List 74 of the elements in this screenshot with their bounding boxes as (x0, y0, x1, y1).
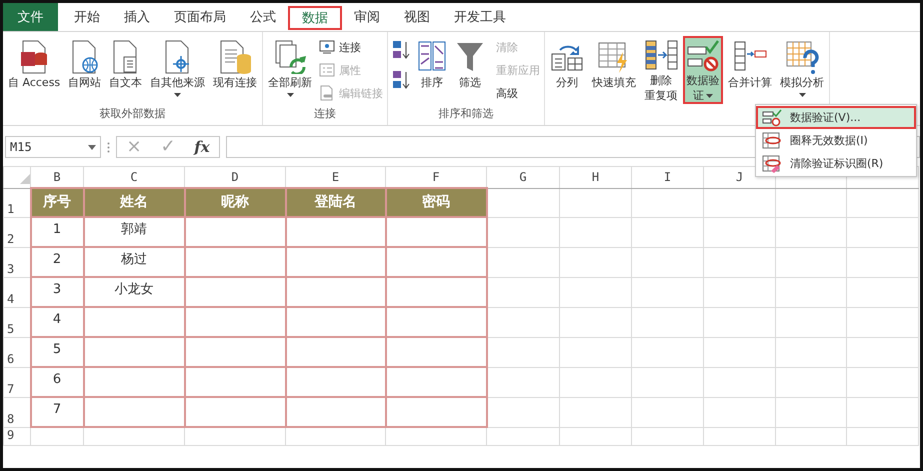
table-header-cell: 昵称 (184, 188, 286, 217)
table-cell: 小龙女 (84, 277, 184, 307)
name-box[interactable]: M15 (5, 136, 101, 158)
clear-circles-icon (762, 154, 782, 172)
validation-icon (686, 39, 720, 73)
ribbon-tab[interactable]: 开始 (62, 3, 112, 31)
table-cell: 3 (30, 277, 84, 307)
table-cell: 4 (30, 307, 84, 337)
globe-document-icon (70, 40, 100, 74)
ribbon-button[interactable]: 数据验 证 (683, 36, 724, 104)
grip-icon (107, 142, 110, 152)
row-header[interactable]: 5 (4, 307, 30, 337)
ribbon-button[interactable]: 筛选 (452, 36, 488, 104)
table-cell: 7 (30, 397, 84, 427)
ribbon-button[interactable]: 模拟分析 (777, 36, 828, 104)
ribbon-button[interactable]: 自其他来源 (147, 36, 208, 104)
table-cell: 6 (30, 367, 84, 397)
table-cell: 郭靖 (84, 217, 184, 247)
column-header[interactable]: I (632, 166, 704, 188)
ribbon-tab[interactable]: 页面布局 (162, 3, 238, 31)
row-header[interactable]: 9 (4, 427, 30, 446)
ribbon-button[interactable]: 自 Access (5, 36, 64, 104)
ribbon-button[interactable]: 合并计算 (725, 36, 776, 104)
ribbon-button[interactable]: 自文本 (106, 36, 146, 104)
table-cell: 1 (30, 217, 84, 247)
ribbon-tab[interactable]: 插入 (112, 3, 162, 31)
ribbon-small-button[interactable]: 连接 (317, 36, 386, 58)
sort-descending-icon[interactable] (392, 70, 410, 90)
ribbon-tab[interactable]: 开发工具 (442, 3, 518, 31)
ribbon-tab[interactable]: 公式 (238, 3, 288, 31)
ribbon-button[interactable]: 排序 (414, 36, 450, 104)
column-header[interactable]: H (560, 166, 632, 188)
table-header-cell: 密码 (386, 188, 486, 217)
ribbon-tab[interactable]: 审阅 (342, 3, 392, 31)
menu-item[interactable]: 圈释无效数据(I) (756, 129, 916, 152)
row-header[interactable]: 3 (4, 247, 30, 277)
table-header-cell: 登陆名 (286, 188, 386, 217)
refresh-documents-icon (273, 40, 308, 74)
column-header[interactable]: G (486, 166, 560, 188)
table-header-cell: 姓名 (84, 188, 184, 217)
group-label: 获取外部数据 (98, 106, 167, 122)
funnel-icon (455, 40, 486, 74)
document-database-icon (218, 40, 252, 74)
row-header[interactable]: 4 (4, 277, 30, 307)
circle-invalid-icon (762, 132, 782, 150)
ribbon-button[interactable]: 删除 重复项 (641, 36, 682, 104)
properties-icon (319, 63, 336, 77)
ribbon-button[interactable]: 分列 (547, 36, 588, 104)
ribbon-button[interactable]: 快速填充 (589, 36, 640, 104)
table-header-cell: 序号 (30, 188, 84, 217)
database-document-icon (19, 40, 50, 74)
ribbon-tab[interactable]: 视图 (392, 3, 442, 31)
insert-function-button[interactable]: fx (185, 137, 219, 157)
ribbon-tab[interactable]: 文件 (3, 3, 58, 31)
table-cell: 2 (30, 247, 84, 277)
ribbon-button[interactable]: 全部刷新 (265, 36, 316, 104)
connection-icon (319, 40, 336, 54)
table-cell: 杨过 (84, 247, 184, 277)
row-header[interactable]: 8 (4, 397, 30, 427)
row-header[interactable]: 2 (4, 217, 30, 247)
row-header[interactable]: 6 (4, 337, 30, 367)
link-document-icon (319, 85, 336, 101)
ribbon-tab[interactable]: 数据 (288, 6, 342, 30)
menu-item[interactable]: 数据验证(V)... (756, 106, 916, 129)
ribbon-button[interactable]: 现有连接 (210, 36, 260, 104)
grid-question-icon (785, 40, 820, 74)
row-header[interactable]: 7 (4, 367, 30, 397)
ribbon-small-button[interactable]: 高级 (490, 82, 542, 104)
group-label: 排序和筛选 (438, 106, 495, 122)
table-cell: 5 (30, 337, 84, 367)
sort-ascending-icon[interactable] (392, 40, 410, 60)
group-label: 连接 (313, 106, 338, 122)
ribbon-button[interactable]: 自网站 (65, 36, 104, 104)
validation-icon (762, 108, 782, 126)
